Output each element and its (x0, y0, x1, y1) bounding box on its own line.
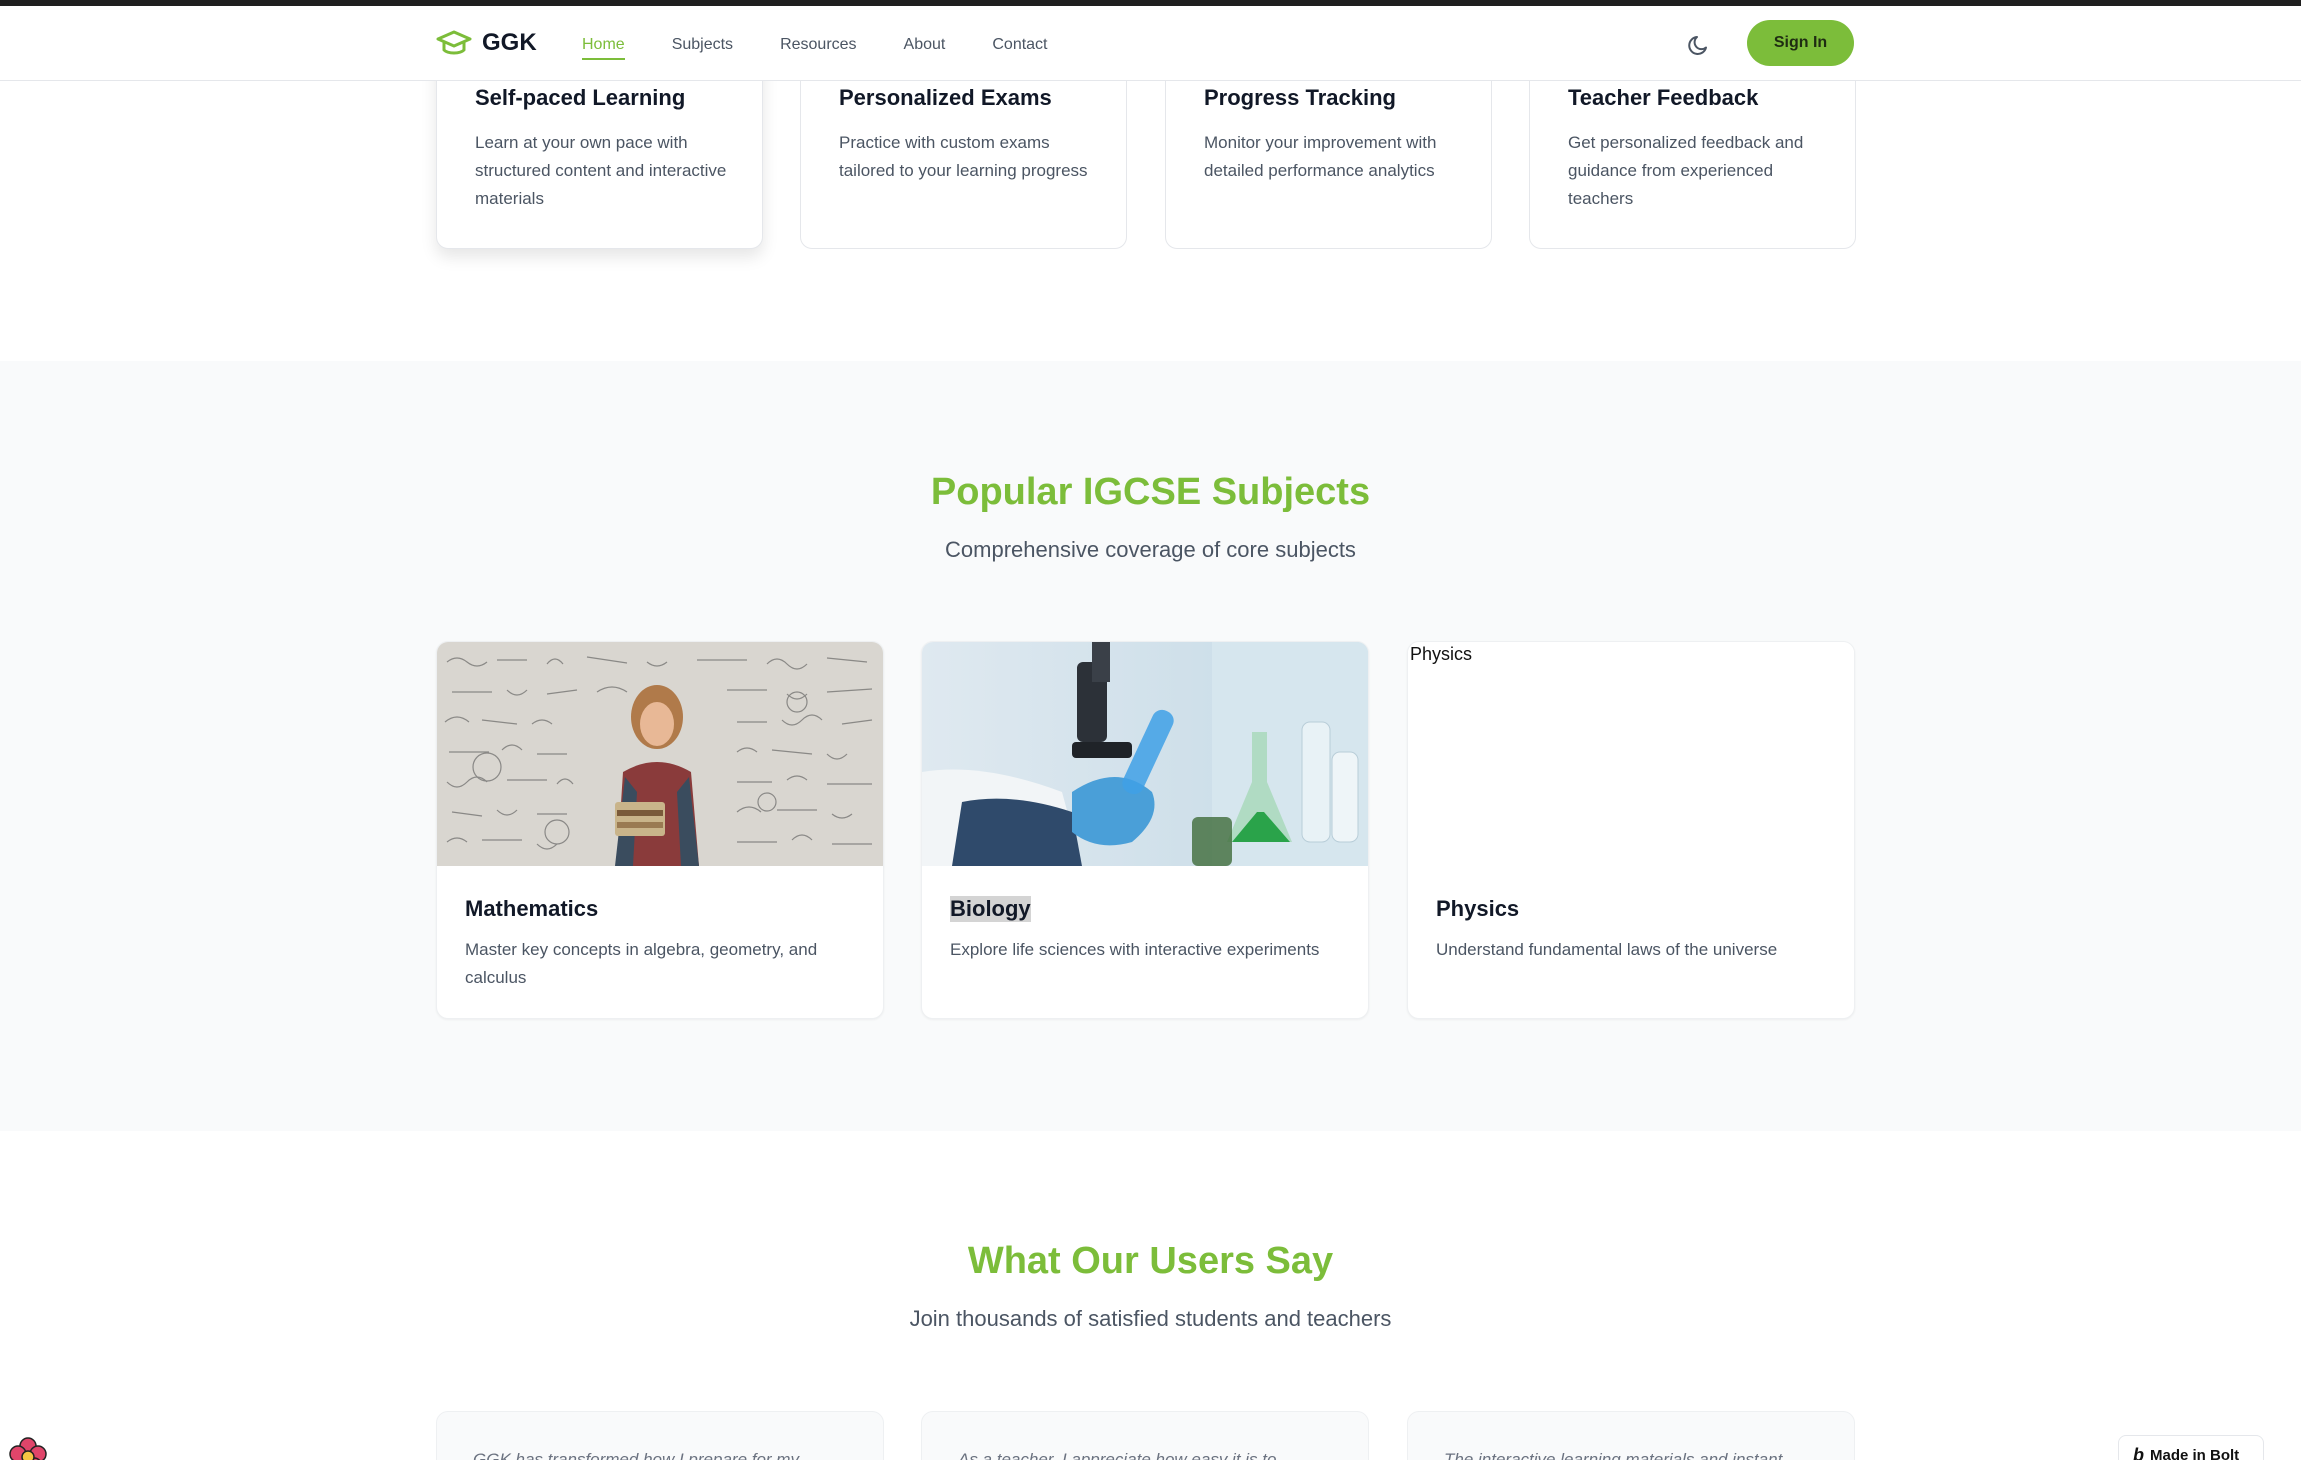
subject-title: Physics (1436, 896, 1520, 921)
brand-name: GGK (482, 29, 537, 56)
feature-title: Progress Tracking (1204, 85, 1396, 110)
testimonial-quote: GGK has transformed how I prepare for my… (473, 1450, 812, 1460)
subject-card-biology[interactable]: Biology Explore life sciences with inter… (921, 641, 1369, 1019)
flower-logo-icon[interactable] (6, 1434, 50, 1460)
feature-desc: Practice with custom exams tailored to y… (839, 133, 1088, 180)
feature-desc: Learn at your own pace with structured c… (475, 133, 727, 208)
nav-links: Home Subjects Resources About Contact (582, 36, 1095, 60)
nav-link-about[interactable]: About (904, 36, 946, 60)
feature-desc: Monitor your improvement with detailed p… (1204, 133, 1437, 180)
broken-image-alt-text: Physics (1410, 644, 1473, 664)
subjects-section: Popular IGCSE Subjects Comprehensive cov… (0, 361, 2301, 1131)
mathematics-image (437, 642, 883, 866)
broken-image-alt: Physics (1408, 644, 1472, 665)
testimonial-card: As a teacher, I appreciate how easy it i… (921, 1411, 1369, 1460)
subject-card-physics[interactable]: Physics Physics Understand fundamental l… (1407, 641, 1855, 1019)
physics-image-broken: Physics (1408, 642, 1854, 866)
testimonial-card: The interactive learning materials and i… (1407, 1411, 1855, 1460)
nav-link-contact[interactable]: Contact (992, 36, 1047, 60)
feature-title: Personalized Exams (839, 85, 1052, 110)
sign-in-button[interactable]: Sign In (1747, 20, 1854, 66)
made-in-bolt-badge[interactable]: b Made in Bolt (2118, 1435, 2264, 1460)
feature-title: Self-paced Learning (475, 85, 686, 110)
biology-image (922, 642, 1368, 866)
graduation-cap-icon (436, 30, 472, 55)
subject-title: Mathematics (465, 896, 599, 921)
testimonials-subtitle: Join thousands of satisfied students and… (909, 1306, 1392, 1331)
testimonial-card: GGK has transformed how I prepare for my… (436, 1411, 884, 1460)
subject-desc: Explore life sciences with interactive e… (950, 940, 1320, 959)
nav-link-home[interactable]: Home (582, 36, 625, 60)
subject-title: Biology (950, 896, 1031, 922)
testimonials-title: What Our Users Say (967, 1240, 1334, 1282)
feature-desc: Get personalized feedback and guidance f… (1568, 133, 1804, 208)
feature-title: Teacher Feedback (1568, 85, 1759, 110)
navbar: GGK Home Subjects Resources About Contac… (0, 6, 2301, 81)
nav-link-subjects[interactable]: Subjects (672, 36, 733, 60)
nav-link-resources[interactable]: Resources (780, 36, 856, 60)
subjects-title: Popular IGCSE Subjects (930, 471, 1371, 513)
moon-icon[interactable] (1686, 32, 1712, 58)
bolt-logo-icon: b (2133, 1444, 2144, 1460)
subject-desc: Understand fundamental laws of the unive… (1436, 940, 1778, 959)
subject-card-mathematics[interactable]: Mathematics Master key concepts in algeb… (436, 641, 884, 1019)
brand-logo[interactable]: GGK (436, 28, 537, 58)
made-in-bolt-label: Made in Bolt (2150, 1446, 2240, 1460)
subject-desc: Master key concepts in algebra, geometry… (465, 940, 818, 987)
testimonial-quote: The interactive learning materials and i… (1444, 1450, 1797, 1460)
subjects-subtitle: Comprehensive coverage of core subjects (945, 537, 1356, 562)
testimonial-quote: As a teacher, I appreciate how easy it i… (958, 1450, 1291, 1460)
